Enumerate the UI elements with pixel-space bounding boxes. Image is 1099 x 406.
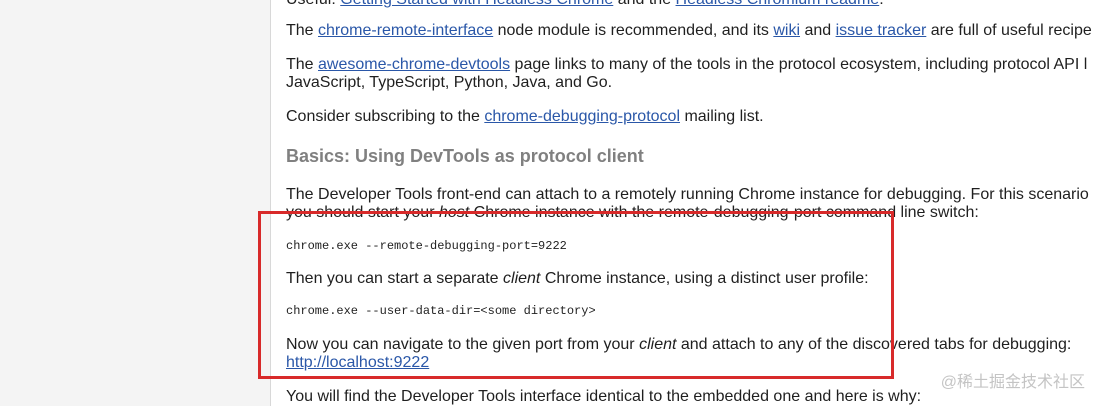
emphasis-host: host — [438, 204, 470, 221]
text: and — [800, 22, 836, 39]
text: Chrome instance with the remote-debuggin… — [469, 204, 979, 221]
text: Consider subscribing to the — [286, 108, 485, 125]
paragraph-remote-interface: The chrome-remote-interface node module … — [286, 21, 1092, 40]
link-localhost-9222[interactable]: http://localhost:9222 — [286, 354, 429, 371]
section-heading: Basics: Using DevTools as protocol clien… — [286, 146, 644, 166]
left-gutter — [0, 0, 270, 406]
text: Chrome instance, using a distinct user p… — [540, 270, 869, 287]
text: . — [879, 0, 883, 8]
emphasis-client: client — [503, 270, 541, 287]
link-issue-tracker[interactable]: issue tracker — [836, 22, 927, 39]
code-remote-debugging-port: chrome.exe --remote-debugging-port=9222 — [286, 239, 567, 253]
link-chrome-debugging-protocol[interactable]: chrome-debugging-protocol — [484, 108, 680, 125]
link-wiki[interactable]: wiki — [773, 22, 800, 39]
link-getting-started-headless[interactable]: Getting Started with Headless Chrome — [340, 0, 613, 8]
paragraph-navigate-port: Now you can navigate to the given port f… — [286, 335, 1071, 354]
gutter-divider — [270, 0, 271, 406]
text: Useful: — [286, 0, 340, 8]
text: mailing list. — [680, 108, 764, 125]
link-chrome-remote-interface[interactable]: chrome-remote-interface — [318, 22, 493, 39]
paragraph-awesome-devtools: The awesome-chrome-devtools page links t… — [286, 55, 1087, 74]
paragraph-identical-interface: You will find the Developer Tools interf… — [286, 388, 922, 405]
text: Now you can navigate to the given port f… — [286, 336, 640, 353]
paragraph-devtools-frontend: The Developer Tools front-end can attach… — [286, 186, 1089, 203]
text: you should start your — [286, 204, 439, 221]
text: The — [286, 22, 319, 39]
text: Then you can start a separate — [286, 270, 504, 287]
paragraph-client-instance: Then you can start a separate client Chr… — [286, 269, 869, 288]
article-content: Useful: Getting Started with Headless Ch… — [286, 0, 1099, 406]
emphasis-client: client — [639, 336, 677, 353]
text: are full of useful recipe — [926, 22, 1092, 39]
watermark: @稀土掘金技术社区 — [940, 374, 1085, 391]
text: and attach to any of the discovered tabs… — [676, 336, 1072, 353]
text: The — [286, 56, 319, 73]
paragraph-mailing-list: Consider subscribing to the chrome-debug… — [286, 107, 764, 126]
paragraph-navigate-port-link: http://localhost:9222 — [286, 353, 429, 372]
paragraph-devtools-frontend-line2: you should start your host Chrome instan… — [286, 203, 979, 222]
paragraph-awesome-devtools-line2: JavaScript, TypeScript, Python, Java, an… — [286, 74, 613, 91]
text: node module is recommended, and its — [493, 22, 774, 39]
text: and the — [613, 0, 675, 8]
text: page links to many of the tools in the p… — [510, 56, 1088, 73]
paragraph-useful-links: Useful: Getting Started with Headless Ch… — [286, 0, 884, 9]
code-user-data-dir: chrome.exe --user-data-dir=<some directo… — [286, 304, 596, 318]
link-awesome-chrome-devtools[interactable]: awesome-chrome-devtools — [318, 56, 510, 73]
link-headless-readme[interactable]: Headless Chromium readme — [676, 0, 880, 8]
